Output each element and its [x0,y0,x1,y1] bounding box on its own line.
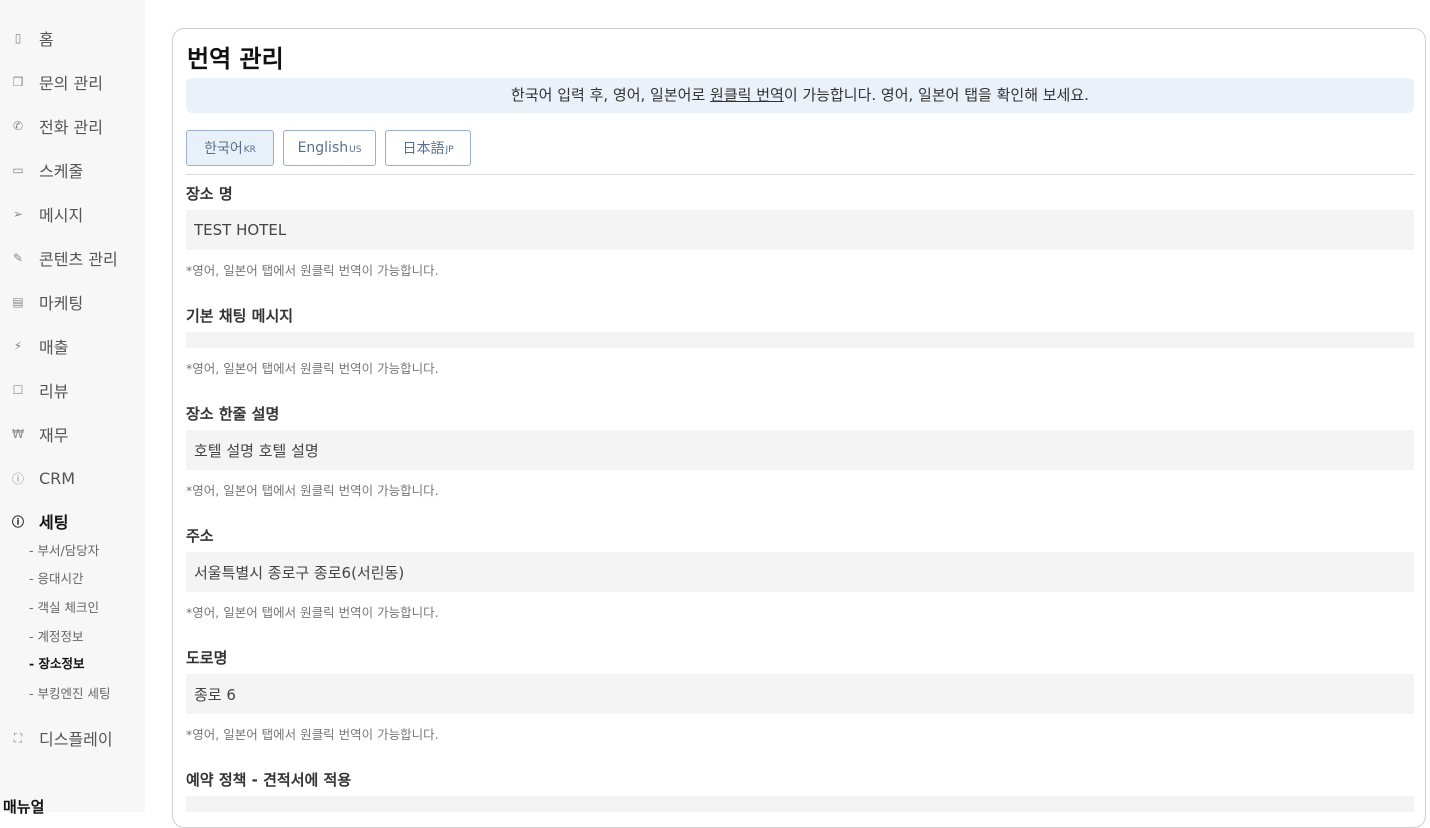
sidebar-item-review[interactable]: ☐ 리뷰 [0,376,69,404]
reservation-policy-input[interactable] [186,796,1414,812]
info-icon: ⓘ [11,471,24,486]
sidebar-item-finance[interactable]: ₩ 재무 [0,420,68,448]
sidebar-item-label: 스케줄 [39,162,84,181]
tab-label: 한국어 [204,141,243,157]
tab-code: KR [243,144,256,155]
chat-icon: ☐ [12,383,24,397]
road-name-input[interactable] [186,674,1414,714]
tab-label: 日本語 [402,141,445,157]
sidebar-item-crm[interactable]: ⓘ CRM [0,464,75,492]
field-hint: *영어, 일본어 탭에서 원클릭 번역이 가능합니다. [186,483,439,498]
address-input[interactable] [186,552,1414,592]
sales-icon: ⚡ [13,339,23,353]
field-hint: *영어, 일본어 탭에서 원클릭 번역이 가능합니다. [186,727,439,742]
sidebar-item-content[interactable]: ✎ 콘텐츠 관리 [0,244,118,272]
translation-card: 번역 관리 한국어 입력 후, 영어, 일본어로 원클릭 번역이 가능합니다. … [172,28,1426,828]
notice-text-after: 이 가능합니다. 영어, 일본어 탭을 확인해 보세요. [783,86,1089,104]
sidebar-item-inquiry[interactable]: ❐ 문의 관리 [0,68,103,96]
tab-japanese[interactable]: 日本語 JP [385,130,471,166]
calendar-icon: ▭ [12,163,24,177]
sidebar-item-label: 문의 관리 [39,74,103,93]
manual-label[interactable]: 매뉴얼 [3,796,44,817]
inquiry-icon: ❐ [12,75,24,89]
sidebar: ▯ 홈 ❐ 문의 관리 ✆ 전화 관리 ▭ 스케줄 ➢ 메시지 ✎ 콘텐츠 관리 ▤ 마케팅 … [0,0,145,816]
sidebar-item-label: 콘텐츠 관리 [39,250,118,269]
sidebar-item-label: 매출 [39,338,69,357]
phone-icon: ✆ [12,119,24,133]
place-name-input[interactable] [186,210,1414,250]
sidebar-item-label: 세팅 [39,513,69,532]
sidebar-item-label: 리뷰 [39,382,69,401]
sidebar-item-display[interactable]: ⛶ 디스플레이 [0,724,113,752]
default-chat-message-input[interactable] [186,332,1414,348]
divider [186,174,1414,175]
tab-english[interactable]: English US [283,130,376,166]
sidebar-sub-department[interactable]: - 부서/담당자 [29,542,99,560]
sidebar-item-label: 재무 [39,426,69,445]
settings-info-icon: ⓘ [11,514,24,529]
sidebar-item-home[interactable]: ▯ 홈 [0,24,54,52]
sidebar-sub-account[interactable]: - 계정정보 [29,628,83,646]
field-hint: *영어, 일본어 탭에서 원클릭 번역이 가능합니다. [186,605,439,620]
sidebar-item-label: CRM [39,468,76,488]
notice-text-before: 한국어 입력 후, 영어, 일본어로 [511,86,711,104]
tab-korean[interactable]: 한국어 KR [186,130,274,166]
sidebar-item-phone[interactable]: ✆ 전화 관리 [0,112,103,140]
sidebar-item-settings[interactable]: ⓘ 세팅 [0,507,68,535]
field-label-reservation-policy: 예약 정책 - 견적서에 적용 [186,771,352,789]
field-hint: *영어, 일본어 탭에서 원클릭 번역이 가능합니다. [186,263,439,278]
sidebar-item-sales[interactable]: ⚡ 매출 [0,332,69,360]
fullscreen-icon: ⛶ [13,730,23,745]
tab-code: JP [445,144,454,155]
notice-link: 원클릭 번역 [710,86,784,104]
sidebar-item-label: 메시지 [39,206,84,225]
send-icon: ➢ [12,207,24,221]
page-title: 번역 관리 [187,45,284,73]
field-label-short-description: 장소 한줄 설명 [186,405,280,423]
home-icon: ▯ [14,31,22,45]
field-label-address: 주소 [186,527,214,545]
sidebar-item-message[interactable]: ➢ 메시지 [0,200,83,228]
notice-banner: 한국어 입력 후, 영어, 일본어로 원클릭 번역이 가능합니다. 영어, 일본… [186,78,1414,113]
edit-icon: ✎ [12,251,24,265]
sidebar-sub-response-time[interactable]: - 응대시간 [29,570,83,588]
sidebar-item-label: 홈 [39,30,54,49]
short-description-input[interactable] [186,430,1414,470]
sidebar-item-label: 마케팅 [39,294,84,313]
sidebar-sub-booking-engine[interactable]: - 부킹엔진 세팅 [29,685,110,703]
sidebar-item-marketing[interactable]: ▤ 마케팅 [0,288,83,316]
field-hint: *영어, 일본어 탭에서 원클릭 번역이 가능합니다. [186,361,439,376]
marketing-icon: ▤ [12,295,24,309]
sidebar-sub-place-info[interactable]: - 장소정보 [29,655,85,673]
field-label-place-name: 장소 명 [186,185,233,203]
tab-label: English [297,140,349,156]
won-icon: ₩ [12,427,24,441]
field-label-default-chat: 기본 채팅 메시지 [186,307,294,325]
field-label-road-name: 도로명 [186,649,228,667]
sidebar-sub-room-checkin[interactable]: - 객실 체크인 [29,599,99,617]
sidebar-item-label: 전화 관리 [39,118,103,137]
sidebar-item-schedule[interactable]: ▭ 스케줄 [0,156,83,184]
tab-code: US [349,144,362,155]
sidebar-item-label: 디스플레이 [39,730,113,749]
